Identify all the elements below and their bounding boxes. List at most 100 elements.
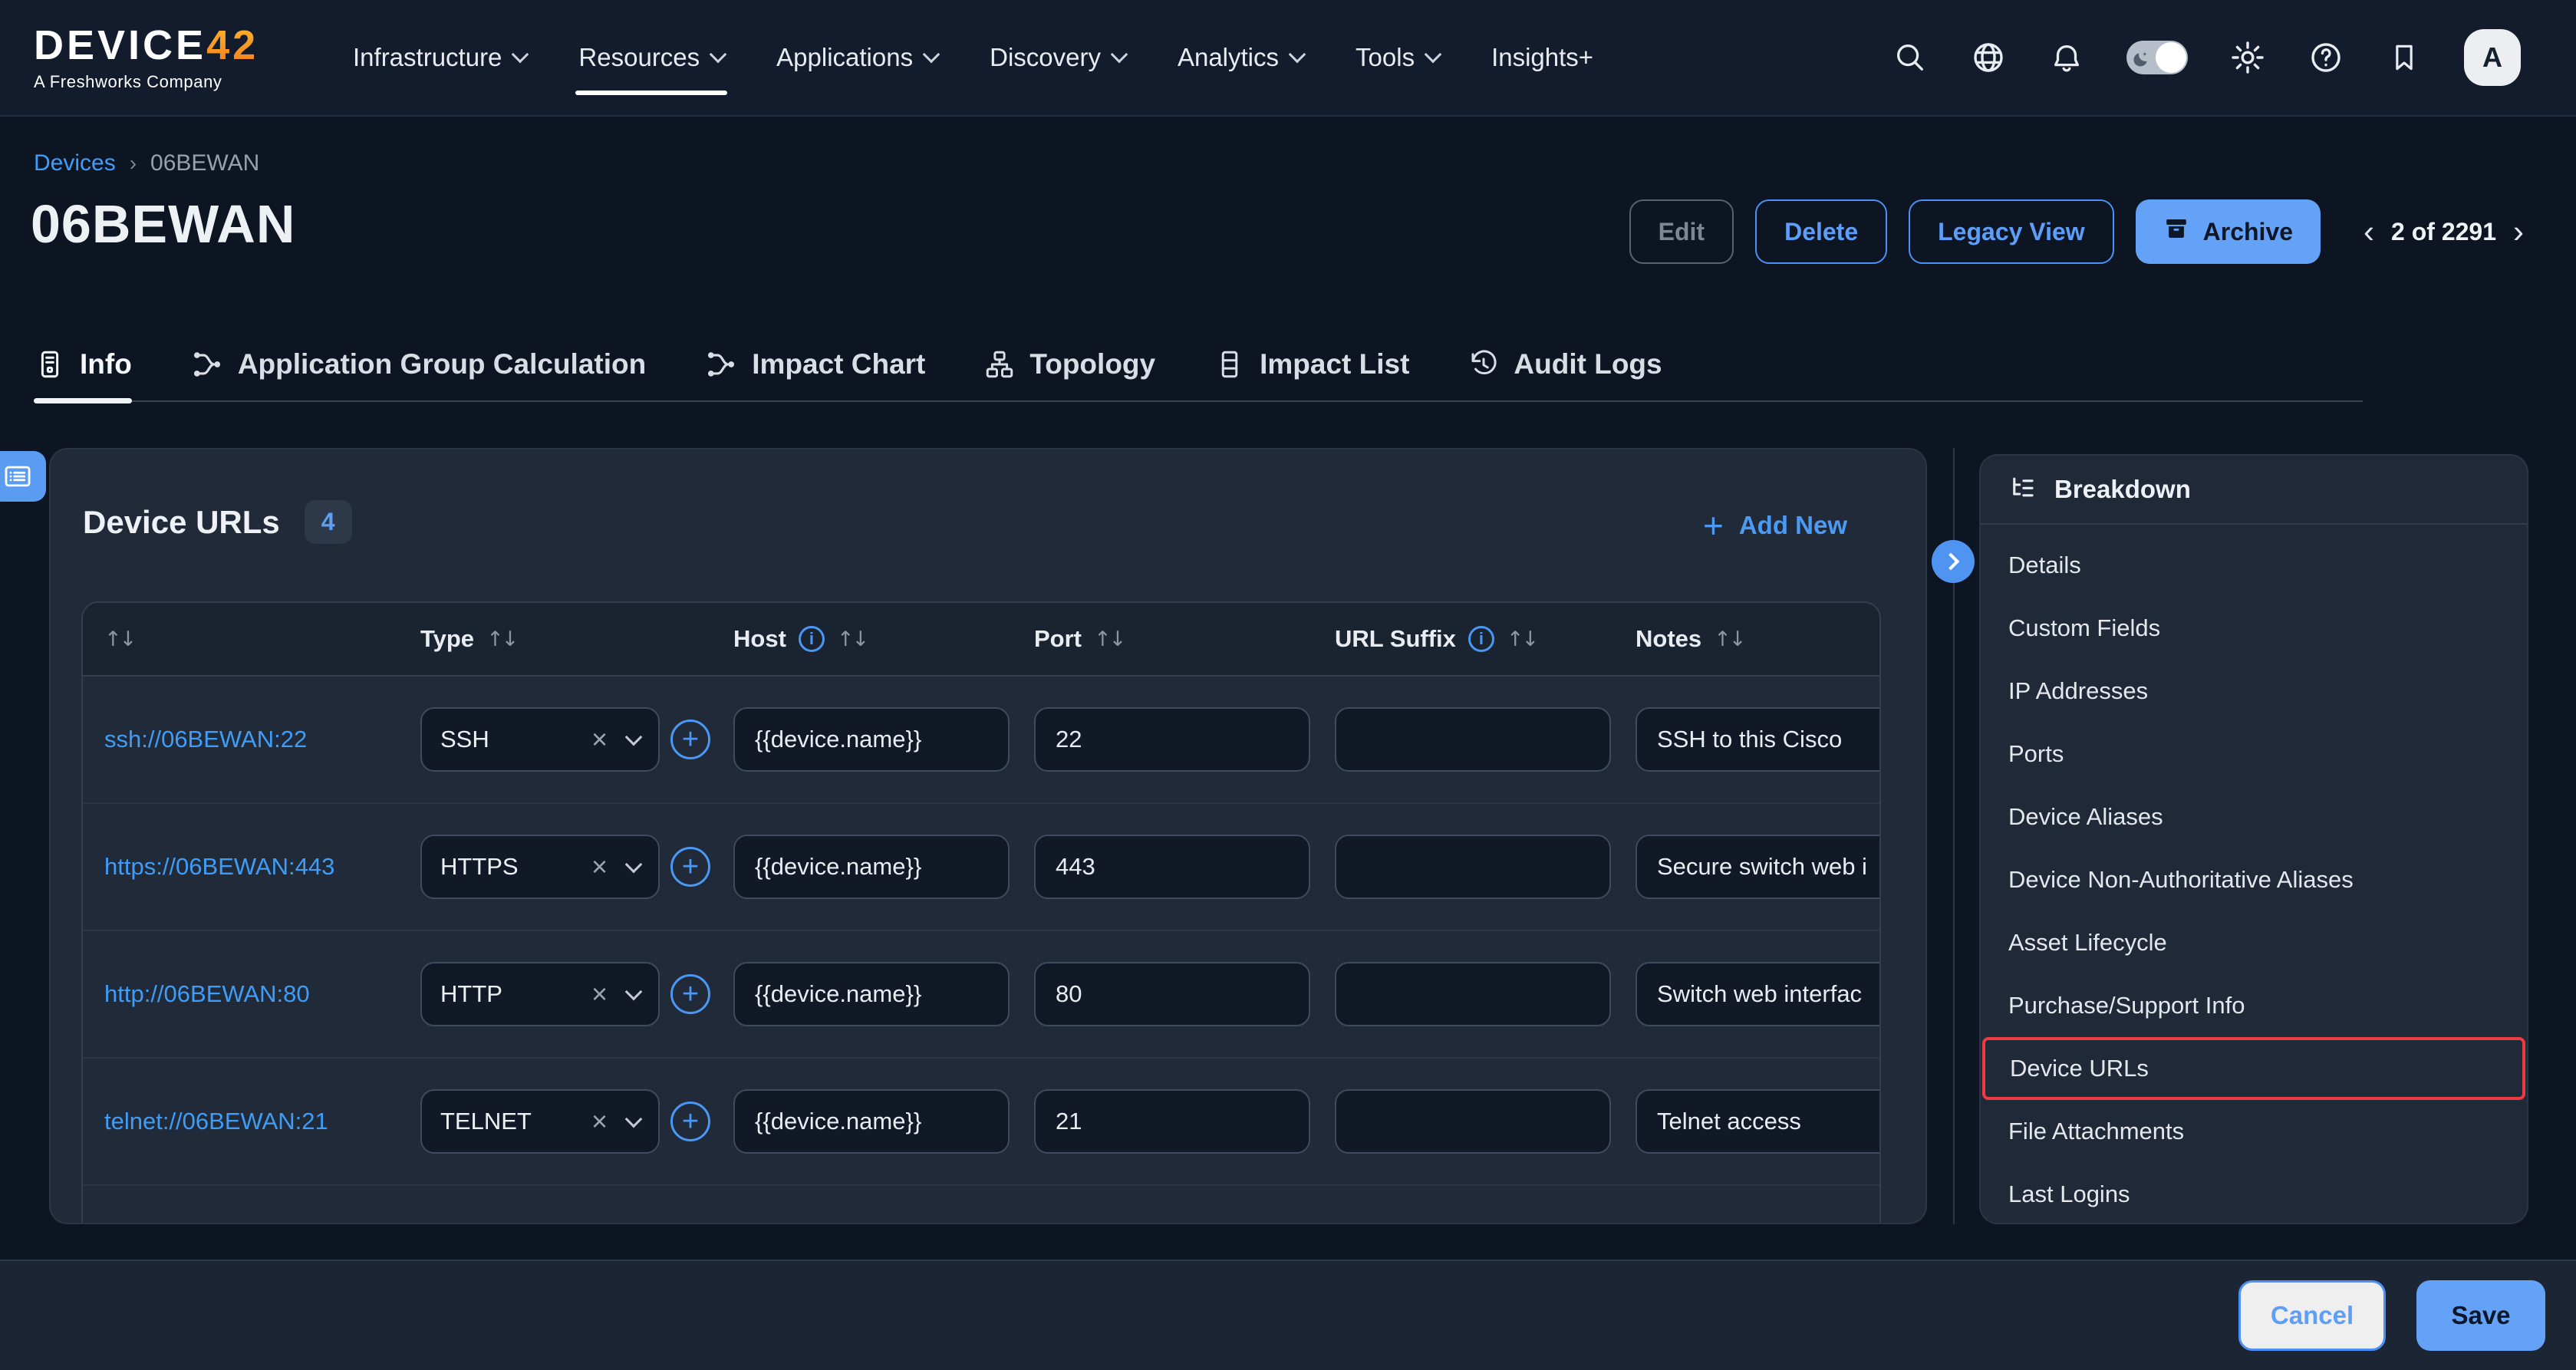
- port-input[interactable]: 443: [1034, 835, 1310, 899]
- info-icon[interactable]: i: [799, 626, 825, 652]
- cancel-button[interactable]: Cancel: [2238, 1280, 2386, 1351]
- breadcrumb-devices-link[interactable]: Devices: [34, 150, 116, 176]
- tab-application-group-calculation[interactable]: Application Group Calculation: [190, 328, 646, 400]
- breadcrumb-separator: ›: [130, 151, 137, 176]
- breakdown-item-device-non-authoritative-aliases[interactable]: Device Non-Authoritative Aliases: [1981, 848, 2527, 911]
- port-header[interactable]: Port↑↓: [1034, 603, 1124, 675]
- menu-infrastructure[interactable]: Infrastructure: [353, 0, 526, 115]
- breakdown-item-ip-addresses[interactable]: IP Addresses: [1981, 660, 2527, 723]
- tree-list-icon: [2008, 475, 2037, 504]
- gear-icon[interactable]: [2229, 39, 2266, 76]
- impact-chart-icon: [704, 347, 738, 381]
- menu-resources[interactable]: Resources: [578, 0, 724, 115]
- breakdown-item-ports[interactable]: Ports: [1981, 723, 2527, 785]
- pager-next-icon[interactable]: ›: [2513, 216, 2524, 248]
- legacy-view-button[interactable]: Legacy View: [1909, 199, 2114, 264]
- host-input[interactable]: {{device.name}}: [733, 835, 1010, 899]
- menu-tools[interactable]: Tools: [1356, 0, 1439, 115]
- search-icon[interactable]: [1892, 39, 1929, 76]
- add-new-button[interactable]: + Add New: [1703, 508, 1847, 543]
- port-input[interactable]: 80: [1034, 962, 1310, 1026]
- archive-button[interactable]: Archive: [2136, 199, 2321, 264]
- port-input[interactable]: 21: [1034, 1089, 1310, 1154]
- audit-logs-icon: [1468, 348, 1500, 380]
- breakdown-item-device-urls[interactable]: Device URLs: [1982, 1037, 2525, 1100]
- type-select[interactable]: TELNET×: [420, 1089, 660, 1154]
- host-input[interactable]: {{device.name}}: [733, 962, 1010, 1026]
- chevron-down-icon: [625, 1111, 643, 1128]
- menu-discovery[interactable]: Discovery: [990, 0, 1125, 115]
- sort-icon: ↑↓: [837, 627, 867, 651]
- menu-analytics[interactable]: Analytics: [1178, 0, 1303, 115]
- section-list-flyout-button[interactable]: [0, 451, 46, 502]
- clear-icon[interactable]: ×: [591, 980, 608, 1008]
- host-input[interactable]: {{device.name}}: [733, 1089, 1010, 1154]
- device-url-link[interactable]: ssh://06BEWAN:22: [104, 726, 307, 753]
- chevron-right-icon: [1942, 553, 1960, 571]
- delete-button[interactable]: Delete: [1755, 199, 1887, 264]
- add-type-icon[interactable]: +: [670, 720, 710, 759]
- type-select[interactable]: HTTPS×: [420, 835, 660, 899]
- table-header-row: ↑↓ Type↑↓ Hosti↑↓ Port↑↓ URL Suffixi↑↓ N…: [83, 603, 1879, 677]
- collapse-panel-button[interactable]: [1932, 540, 1975, 583]
- notes-header[interactable]: Notes↑↓: [1636, 603, 1744, 675]
- brand-accent: 42: [206, 22, 259, 68]
- menu-applications[interactable]: Applications: [776, 0, 937, 115]
- type-select[interactable]: HTTP×: [420, 962, 660, 1026]
- url-suffix-input[interactable]: [1335, 835, 1611, 899]
- device-url-row: ssh://06BEWAN:22 SSH× + {{device.name}} …: [83, 677, 1879, 804]
- breakdown-item-details[interactable]: Details: [1981, 534, 2527, 597]
- chevron-down-icon: [1425, 46, 1442, 64]
- tab-impact-list[interactable]: Impact List: [1214, 328, 1409, 400]
- clear-icon[interactable]: ×: [591, 1108, 608, 1135]
- type-header[interactable]: Type↑↓: [420, 603, 516, 675]
- url-suffix-input[interactable]: [1335, 707, 1611, 772]
- page-title: 06BEWAN: [31, 193, 295, 255]
- menu-insights[interactable]: Insights+: [1491, 0, 1593, 115]
- breakdown-item-purchase-support-info[interactable]: Purchase/Support Info: [1981, 974, 2527, 1037]
- save-button[interactable]: Save: [2416, 1280, 2545, 1351]
- tab-impact-chart[interactable]: Impact Chart: [704, 328, 925, 400]
- sort-header[interactable]: ↑↓: [104, 603, 134, 675]
- clear-icon[interactable]: ×: [591, 853, 608, 881]
- brand-text: DEVICE42: [34, 25, 295, 66]
- breakdown-item-file-attachments[interactable]: File Attachments: [1981, 1100, 2527, 1163]
- tab-audit-logs[interactable]: Audit Logs: [1468, 328, 1662, 400]
- device42-logo[interactable]: DEVICE42 A Freshworks Company: [34, 25, 295, 91]
- info-icon[interactable]: i: [1468, 626, 1494, 652]
- add-type-icon[interactable]: +: [670, 1102, 710, 1141]
- add-type-icon[interactable]: +: [670, 847, 710, 887]
- breakdown-item-custom-fields[interactable]: Custom Fields: [1981, 597, 2527, 660]
- device-url-link[interactable]: http://06BEWAN:80: [104, 980, 310, 1008]
- tab-info[interactable]: Info: [34, 328, 132, 400]
- breakdown-item-asset-lifecycle[interactable]: Asset Lifecycle: [1981, 911, 2527, 974]
- url-suffix-header[interactable]: URL Suffixi↑↓: [1335, 603, 1537, 675]
- device-url-link[interactable]: telnet://06BEWAN:21: [104, 1108, 328, 1135]
- breakdown-item-last-logins[interactable]: Last Logins: [1981, 1163, 2527, 1224]
- breakdown-item-device-aliases[interactable]: Device Aliases: [1981, 785, 2527, 848]
- dark-mode-toggle[interactable]: [2126, 41, 2188, 74]
- pager-prev-icon[interactable]: ‹: [2364, 216, 2374, 248]
- bookmark-icon[interactable]: [2386, 39, 2423, 76]
- add-type-icon[interactable]: +: [670, 974, 710, 1014]
- host-input[interactable]: {{device.name}}: [733, 707, 1010, 772]
- edit-button[interactable]: Edit: [1629, 199, 1734, 264]
- device-urls-card: Device URLs 4 + Add New ↑↓ Type↑↓ Hosti↑…: [49, 448, 1927, 1224]
- notes-input[interactable]: Telnet access: [1636, 1089, 1881, 1154]
- tab-topology[interactable]: Topology: [983, 328, 1155, 400]
- topology-icon: [983, 348, 1016, 380]
- url-suffix-input[interactable]: [1335, 962, 1611, 1026]
- help-icon[interactable]: [2308, 39, 2344, 76]
- port-input[interactable]: 22: [1034, 707, 1310, 772]
- device-url-link[interactable]: https://06BEWAN:443: [104, 853, 334, 881]
- url-suffix-input[interactable]: [1335, 1089, 1611, 1154]
- notes-input[interactable]: Secure switch web i: [1636, 835, 1881, 899]
- clear-icon[interactable]: ×: [591, 726, 608, 753]
- notes-input[interactable]: SSH to this Cisco: [1636, 707, 1881, 772]
- notes-input[interactable]: Switch web interfac: [1636, 962, 1881, 1026]
- bell-icon[interactable]: [2048, 39, 2085, 76]
- user-avatar[interactable]: A: [2464, 29, 2521, 86]
- type-select[interactable]: SSH×: [420, 707, 660, 772]
- globe-icon[interactable]: [1970, 39, 2007, 76]
- host-header[interactable]: Hosti↑↓: [733, 603, 867, 675]
